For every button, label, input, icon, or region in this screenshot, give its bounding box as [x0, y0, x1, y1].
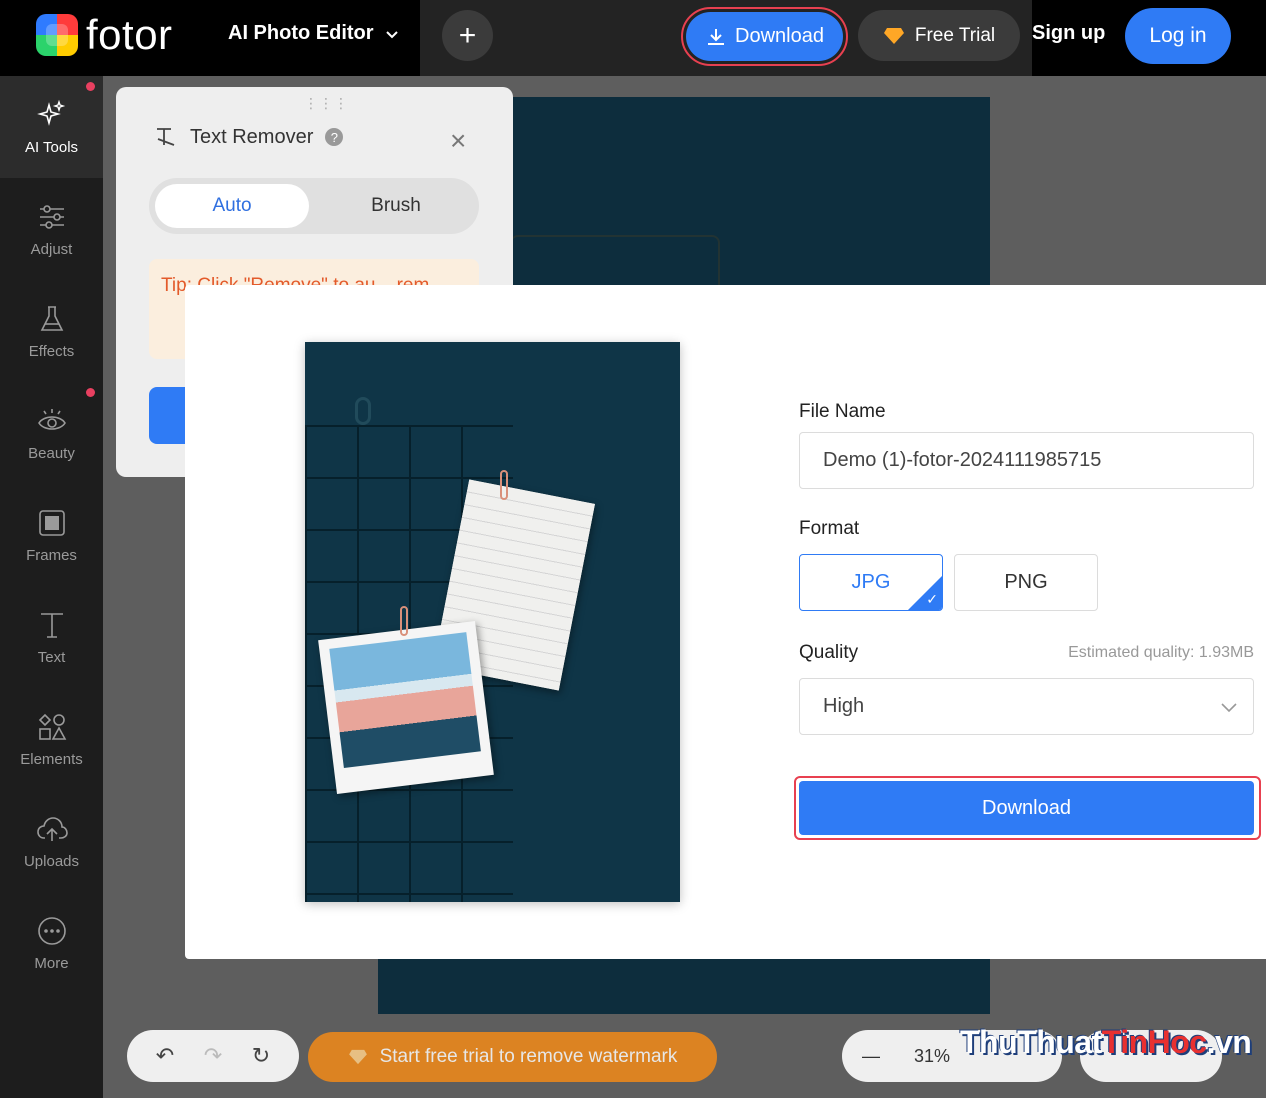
quality-label: Quality [799, 642, 859, 663]
download-confirm-button[interactable]: Download [799, 781, 1254, 835]
sidebar-item-label: Elements [20, 750, 83, 768]
sidebar-item-beauty[interactable]: Beauty [0, 382, 103, 484]
free-trial-label: Free Trial [914, 24, 996, 46]
quality-select[interactable]: High [799, 678, 1254, 735]
format-option-label: JPG [851, 571, 891, 593]
sidebar-item-label: Beauty [28, 444, 75, 462]
undo-icon[interactable]: ↶ [156, 1043, 174, 1069]
sidebar-item-label: AI Tools [24, 138, 79, 156]
plus-icon: + [458, 18, 477, 52]
remove-watermark-label: Start free trial to remove watermark [379, 1046, 678, 1067]
site-watermark: ThuThuatTinHoc.vn [960, 1024, 1252, 1060]
drag-handle-icon[interactable]: ⋮⋮⋮ [304, 95, 349, 112]
chevron-down-icon [385, 30, 398, 38]
sidebar-item-label: Text [37, 648, 66, 666]
sidebar-item-elements[interactable]: Elements [0, 688, 103, 790]
logo-text: fotor [86, 11, 173, 58]
diamond-icon [883, 27, 904, 44]
format-option-png[interactable]: PNG [954, 554, 1098, 611]
file-name-label: File Name [799, 401, 886, 422]
tab-auto[interactable]: Auto [155, 184, 309, 228]
fotor-logo-icon [36, 14, 78, 56]
format-option-jpg[interactable]: JPG ✓ [799, 554, 943, 611]
sidebar-item-ai-tools[interactable]: AI Tools [0, 76, 103, 178]
eye-icon [37, 408, 66, 430]
sign-up-link[interactable]: Sign up [1032, 22, 1105, 45]
frame-icon [38, 509, 65, 536]
chevron-down-icon [1221, 703, 1237, 713]
history-controls: ↶ ↷ ↻ [127, 1030, 299, 1082]
preview-clip [400, 606, 408, 636]
sidebar-item-frames[interactable]: Frames [0, 484, 103, 586]
more-icon [37, 916, 66, 945]
panel-title: Text Remover ? [154, 125, 344, 149]
diamond-icon [348, 1049, 367, 1065]
image-preview [305, 342, 680, 902]
zoom-out-icon[interactable]: — [862, 1046, 880, 1067]
sidebar-item-more[interactable]: More [0, 892, 103, 994]
sidebar-item-label: Adjust [30, 240, 73, 258]
sidebar-item-uploads[interactable]: Uploads [0, 790, 103, 892]
sidebar: AI Tools Adjust Effects Beauty Frames Te… [0, 76, 103, 1098]
notification-dot [86, 388, 95, 397]
shapes-icon [38, 713, 66, 740]
top-bar: fotor AI Photo Editor + Download Free Tr… [0, 0, 1266, 76]
close-icon[interactable]: × [450, 125, 466, 157]
remove-watermark-button[interactable]: Start free trial to remove watermark [308, 1032, 717, 1082]
log-in-button[interactable]: Log in [1125, 8, 1231, 64]
check-icon: ✓ [926, 591, 938, 607]
notification-dot [86, 82, 95, 91]
cloud-upload-icon [36, 816, 68, 841]
editor-menu-label: AI Photo Editor [228, 22, 374, 44]
help-icon[interactable]: ? [325, 128, 344, 146]
preview-clip [500, 470, 508, 500]
sparkle-icon [36, 99, 65, 126]
flask-icon [40, 305, 63, 331]
sidebar-item-effects[interactable]: Effects [0, 280, 103, 382]
sidebar-item-label: Uploads [23, 852, 80, 870]
download-button[interactable]: Download [686, 12, 843, 61]
download-button-label: Download [735, 25, 824, 47]
file-name-input[interactable]: Demo (1)-fotor-2024111985715 [799, 432, 1254, 489]
add-button[interactable]: + [442, 10, 493, 61]
preview-hook [355, 397, 371, 425]
text-remover-icon [157, 128, 175, 146]
redo-icon[interactable]: ↷ [204, 1043, 222, 1069]
text-icon [40, 612, 63, 638]
download-dialog: File Name Demo (1)-fotor-2024111985715 F… [185, 285, 1266, 959]
quality-value: High [823, 695, 865, 717]
zoom-value[interactable]: 31% [914, 1046, 950, 1067]
sidebar-item-label: More [34, 954, 69, 972]
tab-brush[interactable]: Brush [319, 184, 473, 228]
panel-title-text: Text Remover [190, 125, 314, 148]
mode-toggle: Auto Brush [149, 178, 479, 234]
download-icon [708, 28, 725, 45]
fotor-logo[interactable]: fotor [36, 14, 173, 56]
free-trial-button[interactable]: Free Trial [858, 10, 1020, 61]
sidebar-item-label: Effects [28, 342, 75, 360]
sidebar-item-adjust[interactable]: Adjust [0, 178, 103, 280]
estimated-size: Estimated quality: 1.93MB [1068, 644, 1254, 661]
reset-icon[interactable]: ↻ [252, 1043, 270, 1069]
format-label: Format [799, 518, 860, 539]
editor-menu-dropdown[interactable]: AI Photo Editor [228, 22, 400, 45]
preview-polaroid [318, 620, 494, 795]
sliders-icon [39, 204, 64, 229]
sidebar-item-text[interactable]: Text [0, 586, 103, 688]
sidebar-item-label: Frames [26, 546, 77, 564]
polaroid-image [329, 632, 481, 769]
